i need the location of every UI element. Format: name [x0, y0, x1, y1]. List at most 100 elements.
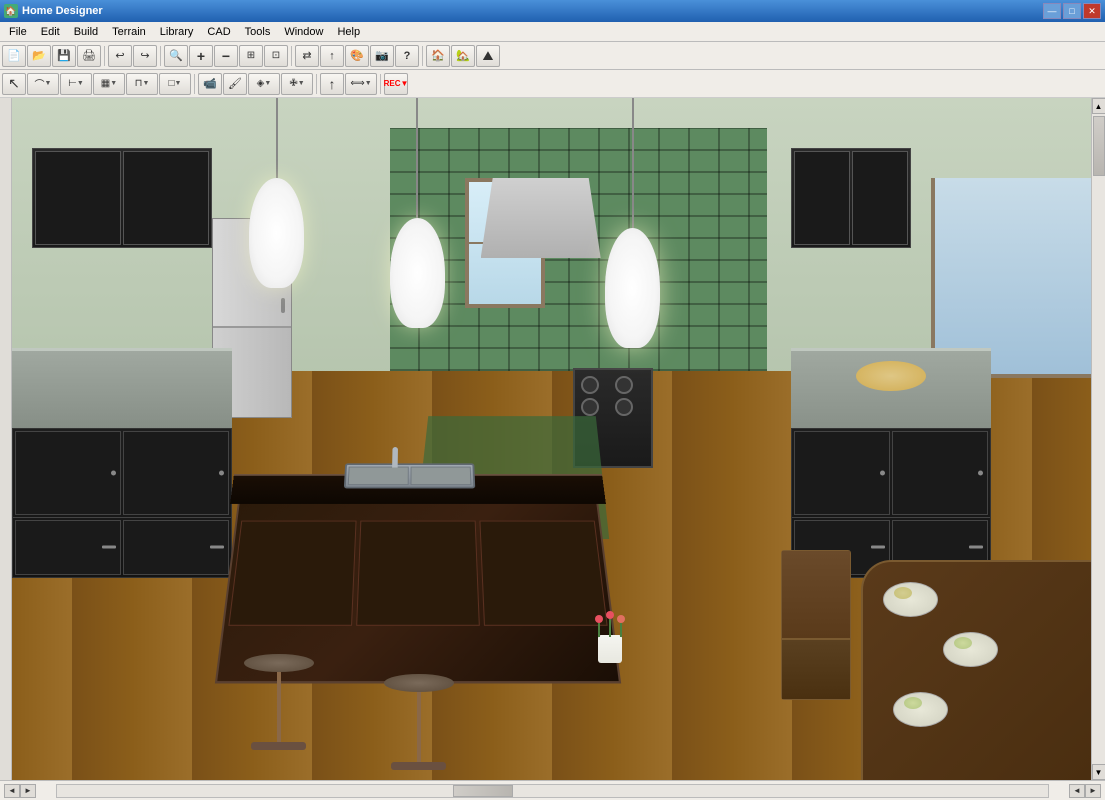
scroll-left-button[interactable]: ◄: [4, 784, 20, 798]
dimension-tool[interactable]: ⊢▼: [60, 73, 92, 95]
faucet: [392, 447, 398, 467]
scroll-thumb-vertical[interactable]: [1093, 116, 1105, 176]
scrollbar-vertical: ▲ ▼: [1091, 98, 1105, 780]
pendant-light-2: [390, 98, 445, 318]
menu-terrain[interactable]: Terrain: [105, 23, 153, 41]
title-bar: 🏠 Home Designer — □ ✕: [0, 0, 1105, 22]
scroll-up-button[interactable]: ▲: [1092, 98, 1105, 114]
status-bar: ◄ ► ◄ ►: [0, 780, 1105, 800]
menu-cad[interactable]: CAD: [200, 23, 237, 41]
canvas-area[interactable]: [12, 98, 1091, 780]
pendant-shade-1: [249, 178, 304, 288]
menu-library[interactable]: Library: [153, 23, 201, 41]
dining-chair: [781, 550, 851, 700]
camera-button[interactable]: 📷: [370, 45, 394, 67]
pendant-cord-3: [632, 98, 634, 228]
scroll-right-button[interactable]: ►: [20, 784, 36, 798]
object-tool[interactable]: ✙▼: [281, 73, 313, 95]
left-ruler: [0, 98, 12, 780]
undo-button[interactable]: ↩: [108, 45, 132, 67]
scroll-track-vertical[interactable]: [1092, 114, 1105, 764]
transform-tool[interactable]: ⟺▼: [345, 73, 377, 95]
redo-button[interactable]: ↪: [133, 45, 157, 67]
sep-7: [380, 74, 381, 94]
camera-walkthrough[interactable]: 📹: [198, 73, 222, 95]
window-tool[interactable]: □▼: [159, 73, 191, 95]
sep-6: [316, 74, 317, 94]
menu-file[interactable]: File: [2, 23, 34, 41]
cabinet-top-left: [32, 148, 212, 248]
sep-5: [194, 74, 195, 94]
door-tool[interactable]: ⊓▼: [126, 73, 158, 95]
flower-vase: [595, 615, 625, 665]
select-tool[interactable]: ↖: [2, 73, 26, 95]
plate-3: [893, 692, 948, 727]
house3d-button[interactable]: 🏡: [451, 45, 475, 67]
flowers: [595, 615, 625, 639]
render-button[interactable]: 🎨: [345, 45, 369, 67]
wall-tool[interactable]: ▦▼: [93, 73, 125, 95]
sep-2: [160, 46, 161, 66]
maximize-button[interactable]: □: [1063, 3, 1081, 19]
open-button[interactable]: 📂: [27, 45, 51, 67]
close-button[interactable]: ✕: [1083, 3, 1101, 19]
new-button[interactable]: 📄: [2, 45, 26, 67]
app-icon: 🏠: [4, 4, 18, 18]
main-area: ▲ ▼: [0, 98, 1105, 780]
pendant-cord-2: [416, 98, 418, 218]
cabinet-top-right: [791, 148, 911, 248]
polyline-tool[interactable]: ⌒▼: [27, 73, 59, 95]
menu-edit[interactable]: Edit: [34, 23, 67, 41]
toolbar-row-1: 📄 📂 💾 🖨 ↩ ↪ 🔍 + − ⊞ ⊡ ⇄ ↑ 🎨 📷 ? 🏠 🏡 ⛰: [0, 42, 1105, 70]
menu-tools[interactable]: Tools: [238, 23, 278, 41]
print-button[interactable]: 🖨: [77, 45, 101, 67]
menu-help[interactable]: Help: [330, 23, 367, 41]
plate-1: [883, 582, 938, 617]
title-bar-left: 🏠 Home Designer: [4, 4, 103, 18]
sep-1: [104, 46, 105, 66]
pendant-shade-2: [390, 218, 445, 328]
menu-bar: File Edit Build Terrain Library CAD Tool…: [0, 22, 1105, 42]
house-view-button[interactable]: 🏠: [426, 45, 450, 67]
zoom-in-button[interactable]: +: [189, 45, 213, 67]
view-arrows-button[interactable]: ⇄: [295, 45, 319, 67]
record-button[interactable]: REC▼: [384, 73, 408, 95]
pendant-light-3: [605, 98, 660, 338]
view-up-button[interactable]: ↑: [320, 45, 344, 67]
pendant-light-1: [249, 98, 304, 278]
arrow-tool[interactable]: ↑: [320, 73, 344, 95]
window-controls: — □ ✕: [1043, 3, 1101, 19]
fit-view-button[interactable]: ⊞: [239, 45, 263, 67]
scroll-right-buttons: ◄ ►: [1069, 784, 1101, 798]
fit-all-button[interactable]: ⊡: [264, 45, 288, 67]
save-button[interactable]: 💾: [52, 45, 76, 67]
lower-cabinets-left: [12, 428, 232, 578]
island-countertop: [230, 474, 606, 504]
terrain-view-button[interactable]: ⛰: [476, 45, 500, 67]
3d-scene: [12, 98, 1091, 780]
help-button[interactable]: ?: [395, 45, 419, 67]
scroll-left-buttons: ◄ ►: [4, 784, 36, 798]
minimize-button[interactable]: —: [1043, 3, 1061, 19]
scrollbar-horizontal[interactable]: [56, 784, 1049, 798]
pendant-cord-1: [276, 98, 278, 178]
plate-2: [943, 632, 998, 667]
paint-tool[interactable]: 🖌: [223, 73, 247, 95]
sep-3: [291, 46, 292, 66]
menu-build[interactable]: Build: [67, 23, 105, 41]
scroll-far-left-button[interactable]: ◄: [1069, 784, 1085, 798]
bar-stool-2: [379, 674, 459, 770]
zoom-out-button[interactable]: −: [214, 45, 238, 67]
bar-stool-1: [239, 654, 319, 750]
zoom-magnify-button[interactable]: 🔍: [164, 45, 188, 67]
kitchen-sink: [343, 463, 474, 488]
material-tool[interactable]: ◈▼: [248, 73, 280, 95]
sep-4: [422, 46, 423, 66]
menu-window[interactable]: Window: [277, 23, 330, 41]
range-hood: [481, 178, 601, 258]
dining-table: [861, 560, 1091, 780]
scroll-down-button[interactable]: ▼: [1092, 764, 1105, 780]
pendant-shade-3: [605, 228, 660, 348]
scroll-thumb-horizontal[interactable]: [453, 785, 513, 797]
scroll-far-right-button[interactable]: ►: [1085, 784, 1101, 798]
